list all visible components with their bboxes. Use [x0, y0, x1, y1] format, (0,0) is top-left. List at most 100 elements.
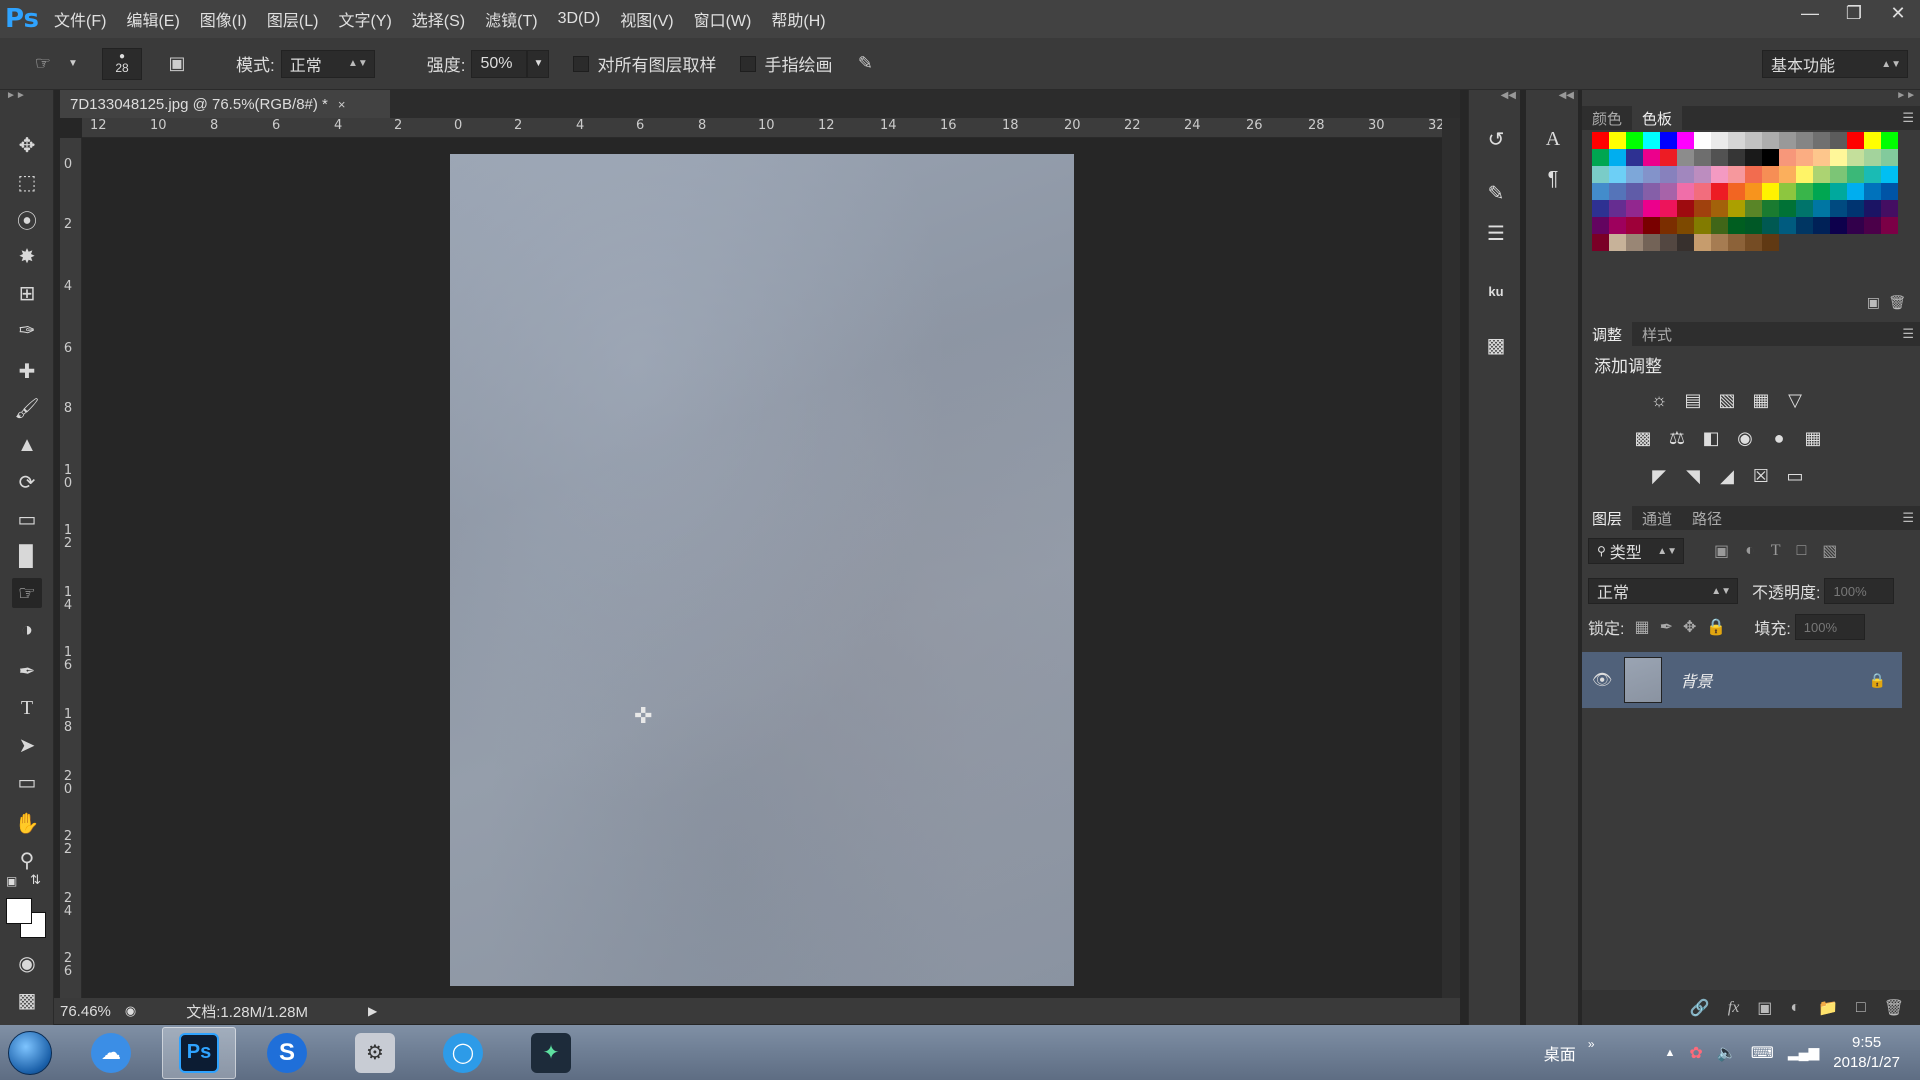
color-swatch[interactable]: [1609, 217, 1626, 234]
color-swatch[interactable]: [1643, 183, 1660, 200]
color-swatch[interactable]: [1643, 132, 1660, 149]
color-swatch[interactable]: [1847, 149, 1864, 166]
photo-filter-icon[interactable]: ◉: [1732, 426, 1758, 450]
color-swatch[interactable]: [1796, 200, 1813, 217]
color-swatch[interactable]: [1626, 183, 1643, 200]
color-swatch[interactable]: [1677, 234, 1694, 251]
canvas-area[interactable]: ✜: [82, 138, 1442, 998]
collapse-icon[interactable]: ►►: [6, 90, 26, 101]
start-button[interactable]: [0, 1025, 60, 1080]
history-panel-icon[interactable]: ↺: [1481, 124, 1511, 154]
levels-icon[interactable]: ▤: [1680, 388, 1706, 412]
workspace-select[interactable]: 基本功能 ▲▼: [1762, 50, 1908, 78]
tray-expand-icon[interactable]: ▲: [1665, 1047, 1676, 1059]
mode-select[interactable]: 正常 ▲▼: [280, 49, 375, 78]
color-swatch[interactable]: [1677, 132, 1694, 149]
close-tab-icon[interactable]: ×: [338, 97, 346, 112]
color-swatch[interactable]: [1830, 217, 1847, 234]
color-swatch[interactable]: [1694, 149, 1711, 166]
close-icon[interactable]: ✕: [1876, 0, 1920, 26]
minimize-icon[interactable]: —: [1788, 0, 1832, 26]
color-swatch[interactable]: [1694, 200, 1711, 217]
color-swatch[interactable]: [1677, 183, 1694, 200]
color-swatch[interactable]: [1796, 183, 1813, 200]
color-swatch[interactable]: [1728, 132, 1745, 149]
quick-mask-icon[interactable]: ◉: [12, 948, 42, 978]
color-swatch[interactable]: [1660, 132, 1677, 149]
brush-tool-icon[interactable]: 🖌: [12, 393, 42, 423]
color-swatch[interactable]: [1626, 217, 1643, 234]
filter-pixel-icon[interactable]: ▣: [1714, 541, 1729, 561]
lock-all-icon[interactable]: 🔒: [1706, 617, 1726, 637]
threshold-icon[interactable]: ◢: [1714, 464, 1740, 488]
hue-saturation-icon[interactable]: ▩: [1630, 426, 1656, 450]
color-swatch[interactable]: [1609, 200, 1626, 217]
character-panel-icon[interactable]: A: [1538, 124, 1568, 154]
color-swatch[interactable]: [1864, 200, 1881, 217]
tab-styles[interactable]: 样式: [1632, 322, 1682, 346]
restore-icon[interactable]: ❐: [1832, 0, 1876, 26]
clock[interactable]: 9:55 2018/1/27: [1833, 1033, 1900, 1073]
flower-icon[interactable]: ✿: [1689, 1043, 1702, 1063]
color-swatch[interactable]: [1626, 166, 1643, 183]
channel-mixer-icon[interactable]: ●: [1766, 426, 1792, 450]
color-swatch[interactable]: [1762, 217, 1779, 234]
pressure-icon[interactable]: ✎: [850, 49, 880, 79]
color-swatch[interactable]: [1626, 234, 1643, 251]
color-swatch[interactable]: [1745, 234, 1762, 251]
color-swatch[interactable]: [1830, 166, 1847, 183]
taskbar-photoshop[interactable]: Ps: [162, 1026, 236, 1079]
color-swatch[interactable]: [1711, 166, 1728, 183]
collapse-icon[interactable]: ◀◀: [1559, 90, 1574, 101]
healing-brush-tool-icon[interactable]: ✚: [12, 356, 42, 386]
color-swatch[interactable]: [1592, 200, 1609, 217]
color-swatch[interactable]: [1626, 200, 1643, 217]
move-tool-icon[interactable]: ✥: [12, 130, 42, 160]
color-swatch[interactable]: [1660, 234, 1677, 251]
type-tool-icon[interactable]: T: [12, 693, 42, 723]
color-swatch[interactable]: [1796, 217, 1813, 234]
color-swatch[interactable]: [1694, 132, 1711, 149]
filter-type-icon[interactable]: T: [1771, 542, 1781, 560]
color-swatch[interactable]: [1660, 166, 1677, 183]
pen-tool-icon[interactable]: ✒: [12, 656, 42, 686]
color-swatch[interactable]: [1592, 183, 1609, 200]
color-swatch[interactable]: [1643, 200, 1660, 217]
filter-smart-object-icon[interactable]: ▧: [1822, 541, 1837, 561]
tab-swatches[interactable]: 色板: [1632, 106, 1683, 130]
color-swatch[interactable]: [1745, 200, 1762, 217]
sample-all-layers-checkbox[interactable]: [573, 55, 590, 72]
foreground-color-swatch[interactable]: [6, 898, 32, 924]
color-swatch[interactable]: [1745, 149, 1762, 166]
collapse-icon[interactable]: ►►: [1896, 90, 1916, 101]
hand-tool-icon[interactable]: ✋: [12, 808, 42, 838]
dodge-tool-icon[interactable]: ◑: [12, 615, 42, 645]
color-balance-icon[interactable]: ⚖: [1664, 426, 1690, 450]
color-swatch[interactable]: [1881, 149, 1898, 166]
color-swatch[interactable]: [1796, 166, 1813, 183]
trash-icon[interactable]: 🗑: [1888, 294, 1906, 311]
menu-layer[interactable]: 图层(L): [257, 0, 329, 38]
color-swatch[interactable]: [1813, 217, 1830, 234]
color-swatch[interactable]: [1881, 200, 1898, 217]
color-swatch[interactable]: [1626, 149, 1643, 166]
layer-row-background[interactable]: 👁 背景 🔒: [1582, 652, 1902, 708]
taskbar-recorder[interactable]: ⚙: [338, 1027, 412, 1079]
color-swatch[interactable]: [1728, 234, 1745, 251]
color-swatch[interactable]: [1779, 200, 1796, 217]
tab-adjustments[interactable]: 调整: [1582, 322, 1633, 346]
color-swatch[interactable]: [1881, 217, 1898, 234]
color-swatch[interactable]: [1677, 149, 1694, 166]
vertical-scrollbar[interactable]: [1442, 118, 1460, 998]
color-swatch[interactable]: [1830, 200, 1847, 217]
fx-icon[interactable]: fx: [1728, 999, 1740, 1017]
color-swatch[interactable]: [1728, 200, 1745, 217]
smudge-tool-icon[interactable]: ☞: [28, 49, 58, 79]
kuler-icon[interactable]: ku: [1481, 276, 1511, 306]
color-swatch[interactable]: [1592, 217, 1609, 234]
color-swatch[interactable]: [1711, 149, 1728, 166]
menu-image[interactable]: 图像(I): [190, 0, 257, 38]
color-swatch[interactable]: [1694, 234, 1711, 251]
color-lookup-icon[interactable]: ▦: [1800, 426, 1826, 450]
color-swatch[interactable]: [1864, 183, 1881, 200]
